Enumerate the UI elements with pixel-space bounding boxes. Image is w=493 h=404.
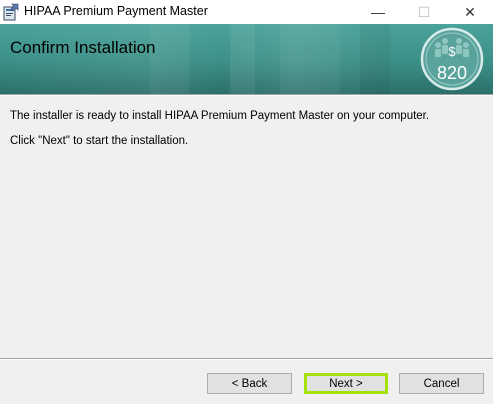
close-button[interactable]: ✕ xyxy=(447,0,493,24)
payment-820-badge-icon: $ 820 xyxy=(420,27,484,91)
header-divider xyxy=(0,94,493,96)
header-banner: Confirm Installation $ 820 xyxy=(0,24,493,94)
maximize-button[interactable]: ☐ xyxy=(401,0,447,24)
minimize-button[interactable]: — xyxy=(355,0,401,24)
footer-divider xyxy=(0,358,493,360)
ready-message: The installer is ready to install HIPAA … xyxy=(10,110,430,122)
badge-number: 820 xyxy=(437,63,467,83)
instruction-text: Click "Next" to start the installation. xyxy=(10,135,189,147)
banner-title: Confirm Installation xyxy=(10,38,156,57)
window-title: HIPAA Premium Payment Master xyxy=(24,4,208,18)
cancel-button[interactable]: Cancel xyxy=(399,373,484,394)
badge-symbol: $ xyxy=(448,44,456,59)
installer-app-icon xyxy=(3,3,19,21)
next-button[interactable]: Next > xyxy=(304,373,388,394)
back-button[interactable]: < Back xyxy=(207,373,292,394)
title-bar: HIPAA Premium Payment Master — ☐ ✕ xyxy=(0,0,493,24)
